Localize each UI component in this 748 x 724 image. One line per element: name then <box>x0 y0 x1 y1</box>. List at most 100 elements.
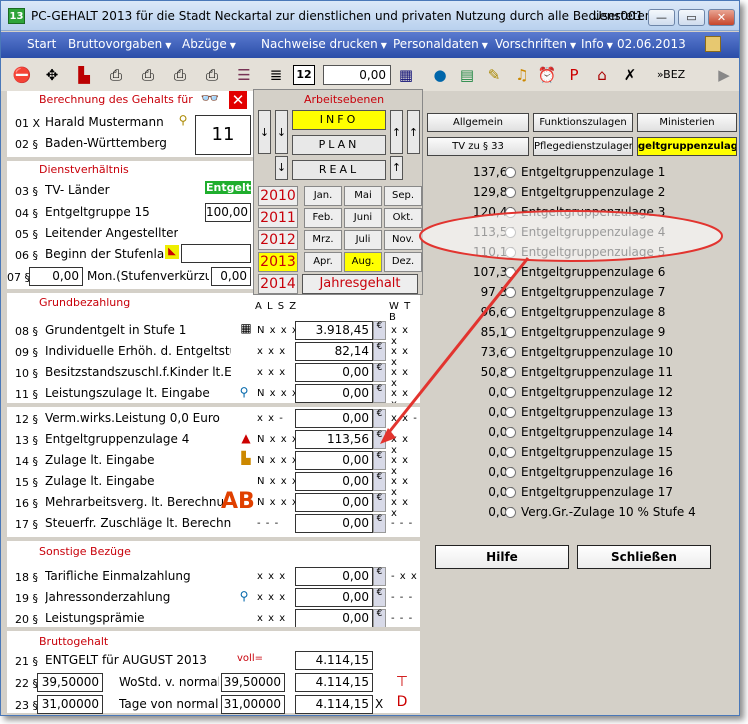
radio-button[interactable] <box>505 487 516 498</box>
euro-icon[interactable]: € <box>373 472 386 491</box>
minimize-button[interactable]: — <box>648 9 675 26</box>
radio-button[interactable] <box>505 167 516 178</box>
list-item[interactable]: 73,62 Entgeltgruppenzulage 10 <box>423 343 739 363</box>
year-spinner[interactable]: 11 <box>195 115 251 155</box>
row-value-field[interactable]: 0,00 <box>295 609 373 628</box>
radio-button[interactable] <box>505 447 516 458</box>
month-button[interactable]: Dez. <box>384 252 422 272</box>
month-button[interactable]: Okt. <box>384 208 422 228</box>
radio-button[interactable] <box>505 267 516 278</box>
row-value-field[interactable]: 0,00 <box>295 451 373 470</box>
info-level-button[interactable]: INFO <box>292 110 386 130</box>
arrow-up-icon-3[interactable]: ↑ <box>390 156 403 180</box>
employee-name[interactable]: Harald Mustermann <box>45 115 164 129</box>
list-item[interactable]: 0,00 Entgeltgruppenzulage 12 <box>423 383 739 403</box>
brutto-value-23[interactable]: 4.114,15 <box>295 695 373 714</box>
print-icon[interactable]: ⎙ <box>105 64 127 86</box>
radio-button[interactable] <box>505 467 516 478</box>
print-icon-3[interactable]: ⎙ <box>169 64 191 86</box>
stufenlauf-field[interactable] <box>181 244 251 263</box>
tage-normal-field[interactable]: 31,00000 <box>221 695 285 714</box>
month-button[interactable]: Feb. <box>304 208 342 228</box>
month-button[interactable]: Jan. <box>304 186 342 206</box>
schliessen-button[interactable]: Schließen <box>577 545 711 569</box>
globe-icon[interactable]: ● <box>429 64 451 86</box>
row-value-field[interactable]: 113,56 <box>295 430 373 449</box>
radio-button[interactable] <box>505 387 516 398</box>
ab-icon[interactable]: AB <box>221 491 255 521</box>
grid-color-icon[interactable]: ▙ <box>235 447 257 469</box>
clip-icon[interactable]: ⚲ <box>172 109 194 131</box>
list-item[interactable]: 97,36 Entgeltgruppenzulage 7 <box>423 283 739 303</box>
entgeltgruppe-field[interactable]: 100,00 <box>205 203 251 222</box>
radio-button[interactable] <box>505 287 516 298</box>
list-item[interactable]: 107,36 Entgeltgruppenzulage 6 <box>423 263 739 283</box>
euro-icon[interactable]: € <box>373 588 386 607</box>
calculator-icon[interactable]: ▦ <box>395 64 417 86</box>
menu-personaldaten[interactable]: Personaldaten ▼ <box>393 37 488 51</box>
stack-icon[interactable]: ☰ <box>233 64 255 86</box>
stufen-months-field[interactable]: 0,00 <box>29 267 83 286</box>
tab-tv-33[interactable]: TV zu § 33 <box>427 137 529 156</box>
menu-nachweise[interactable]: Nachweise drucken ▼ <box>261 37 387 51</box>
list-item[interactable]: 110,18 Entgeltgruppenzulage 5 <box>423 243 739 263</box>
list-item[interactable]: 113,56 Entgeltgruppenzulage 4 <box>423 223 739 243</box>
arrow-down-icon-2[interactable]: ↓ <box>275 110 288 154</box>
list-item[interactable]: 0,00 Entgeltgruppenzulage 15 <box>423 443 739 463</box>
menu-info[interactable]: Info ▼ <box>581 37 613 51</box>
stop-icon[interactable]: ⛔ <box>11 64 33 86</box>
search-icon[interactable]: ⚲ <box>233 381 255 403</box>
plan-level-button[interactable]: PLAN <box>292 135 386 155</box>
wostd-normal-field[interactable]: 39,50000 <box>221 673 285 692</box>
binoculars-icon[interactable]: 👓 <box>199 87 221 109</box>
euro-icon[interactable]: € <box>373 430 386 449</box>
tool-icon[interactable]: ⊤ <box>391 671 413 693</box>
euro-icon[interactable]: € <box>373 451 386 470</box>
state-label[interactable]: Baden-Württemberg <box>45 136 167 150</box>
euro-icon[interactable]: € <box>373 342 386 361</box>
list-item[interactable]: 137,61 Entgeltgruppenzulage 1 <box>423 163 739 183</box>
alarm-clock-icon[interactable]: ⏰ <box>536 64 558 86</box>
arrow-down-icon[interactable]: ↓ <box>258 110 271 154</box>
euro-icon[interactable]: € <box>373 384 386 403</box>
radio-button[interactable] <box>505 247 516 258</box>
bank-icon[interactable]: ⌂ <box>591 64 613 86</box>
toolbar-value-field[interactable]: 0,00 <box>323 65 391 85</box>
wostd-input[interactable]: 39,50000 <box>37 673 103 692</box>
euro-icon[interactable]: € <box>373 567 386 586</box>
menu-bruttovorgaben[interactable]: Bruttovorgaben ▼ <box>68 37 171 51</box>
bell-icon[interactable]: ♫ <box>511 64 533 86</box>
year-2010[interactable]: 2010 <box>258 186 298 206</box>
tab-funktionszulagen[interactable]: Funktionszulagen <box>533 113 633 132</box>
search-icon[interactable]: ⚲ <box>233 585 255 607</box>
year-2012[interactable]: 2012 <box>258 230 298 250</box>
list-item[interactable]: 0,00 Entgeltgruppenzulage 16 <box>423 463 739 483</box>
row-value-field[interactable]: 0,00 <box>295 409 373 428</box>
row-value-field[interactable]: 0,00 <box>295 493 373 512</box>
menu-vorschriften[interactable]: Vorschriften ▼ <box>495 37 576 51</box>
jahresgehalt-button[interactable]: Jahresgehalt <box>302 274 418 294</box>
arrow-up-icon[interactable]: ↑ <box>390 110 403 154</box>
radio-button[interactable] <box>505 227 516 238</box>
row-value-field[interactable]: 0,00 <box>295 384 373 403</box>
list-item[interactable]: 50,83 Entgeltgruppenzulage 11 <box>423 363 739 383</box>
year-2013[interactable]: 2013 <box>258 252 298 272</box>
list-item[interactable]: 0,00 Entgeltgruppenzulage 14 <box>423 423 739 443</box>
month-button[interactable]: Aug. <box>344 252 382 272</box>
list-icon[interactable]: ≣ <box>265 64 287 86</box>
list-item[interactable]: 85,18 Entgeltgruppenzulage 9 <box>423 323 739 343</box>
list-item[interactable]: 120,41 Entgeltgruppenzulage 3 <box>423 203 739 223</box>
arrow-up-icon-2[interactable]: ↑ <box>407 110 420 154</box>
radio-button[interactable] <box>505 307 516 318</box>
row-value-field[interactable]: 3.918,45 <box>295 321 373 340</box>
radio-button[interactable] <box>505 427 516 438</box>
list-item[interactable]: 96,63 Entgeltgruppenzulage 8 <box>423 303 739 323</box>
month-button[interactable]: Mrz. <box>304 230 342 250</box>
flag-icon[interactable]: ▙ <box>73 64 95 86</box>
help-book-icon[interactable] <box>705 36 721 52</box>
print-icon-2[interactable]: ⎙ <box>137 64 159 86</box>
row-value-field[interactable]: 0,00 <box>295 363 373 382</box>
radio-button[interactable] <box>505 407 516 418</box>
month-button[interactable]: Nov. <box>384 230 422 250</box>
month-button[interactable]: Apr. <box>304 252 342 272</box>
